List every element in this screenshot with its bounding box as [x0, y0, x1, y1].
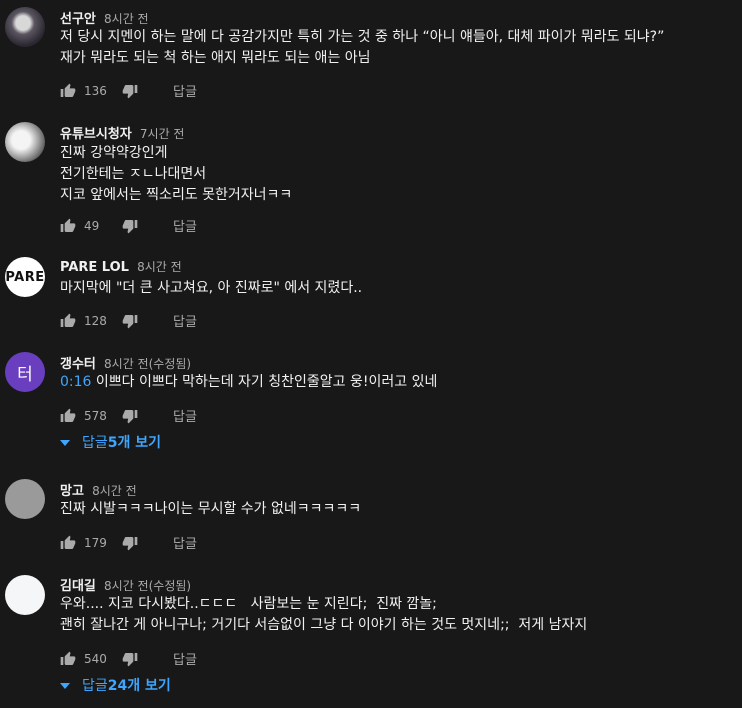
- comment-line: 우와.... 지코 다시봤다..ㄷㄷㄷ 사람보는 눈 지린다; 진짜 깜놀;: [60, 596, 437, 612]
- comment-time[interactable]: 8시간 전: [104, 12, 149, 26]
- comment-text: 저 당시 지멘이 하는 말에 다 공감가지만 특히 가는 것 중 하나 “아니 …: [60, 27, 664, 69]
- avatar[interactable]: 터: [5, 352, 45, 392]
- thumbs-up-icon[interactable]: [60, 218, 76, 234]
- comment-header: 유튜브시청자 7시간 전: [60, 123, 184, 142]
- thumbs-down-icon[interactable]: [122, 535, 138, 551]
- comment-line: 지코 앞에서는 찍소리도 못한거자너ㅋㅋ: [60, 187, 293, 203]
- like-count: 136: [84, 83, 107, 98]
- comment-line: 진짜 시발ㅋㅋㅋ나이는 무시할 수가 없네ㅋㅋㅋㅋㅋ: [60, 501, 362, 517]
- comment-text: 우와.... 지코 다시봤다..ㄷㄷㄷ 사람보는 눈 지린다; 진짜 깜놀; 괜…: [60, 594, 587, 636]
- view-replies-prefix: 답글: [82, 678, 108, 694]
- comment-actions: 128 답글: [60, 311, 197, 330]
- comment-line: 저 당시 지멘이 하는 말에 다 공감가지만 특히 가는 것 중 하나 “아니 …: [60, 29, 665, 45]
- thumbs-down-icon[interactable]: [122, 651, 138, 667]
- comment-line: 재가 뭐라도 되는 척 하는 애지 뭐라도 되는 애는 아님: [60, 50, 371, 66]
- thumbs-down-icon[interactable]: [122, 408, 138, 424]
- like-count: 540: [84, 651, 107, 666]
- avatar[interactable]: [5, 122, 45, 162]
- comment-line: 괜히 잘나간 게 아니구나; 거기다 서슴없이 그냥 다 이야기 하는 것도 멋…: [60, 617, 588, 633]
- thumbs-up-icon[interactable]: [60, 313, 76, 329]
- comment-time[interactable]: 8시간 전(수정됨): [104, 357, 191, 371]
- comment-actions: 179 답글: [60, 533, 197, 552]
- thumbs-up-icon[interactable]: [60, 408, 76, 424]
- comment-time[interactable]: 8시간 전: [137, 260, 182, 274]
- comment-line: 전기한테는 ㅈㄴ나대면서: [60, 166, 207, 182]
- caret-down-icon: [60, 677, 70, 693]
- thumbs-down-icon[interactable]: [122, 313, 138, 329]
- comment-line: 진짜 강약약강인게: [60, 145, 168, 161]
- comment-time[interactable]: 8시간 전(수정됨): [104, 579, 191, 593]
- like-count: 49: [84, 218, 100, 233]
- comment-text: 0:16 이쁘다 이쁘다 막하는데 자기 칭찬인줄알고 웅!이러고 있네: [60, 372, 437, 393]
- author-name[interactable]: 갱수터: [60, 357, 96, 372]
- comment-line: 마지막에 "더 큰 사고쳐요, 아 진짜로" 에서 지렸다..: [60, 280, 363, 296]
- comment-line: 0:16 이쁘다 이쁘다 막하는데 자기 칭찬인줄알고 웅!이러고 있네: [60, 372, 437, 393]
- comment-time[interactable]: 7시간 전: [140, 127, 185, 141]
- reply-button[interactable]: 답글: [173, 649, 197, 668]
- avatar[interactable]: [5, 479, 45, 519]
- caret-down-icon: [60, 434, 70, 450]
- reply-button[interactable]: 답글: [173, 533, 197, 552]
- avatar-text: 터: [17, 364, 33, 385]
- timestamp-link[interactable]: 0:16: [60, 374, 91, 390]
- avatar[interactable]: [5, 7, 45, 47]
- reply-button[interactable]: 답글: [173, 406, 197, 425]
- comment-actions: 540 답글: [60, 649, 197, 668]
- comment-actions: 136 답글: [60, 81, 197, 100]
- view-replies-prefix: 답글: [82, 435, 108, 451]
- comment-header: 망고 8시간 전: [60, 480, 137, 499]
- comment-header: 갱수터 8시간 전(수정됨): [60, 353, 191, 372]
- comment-header: PARE LOL 8시간 전: [60, 258, 182, 275]
- avatar[interactable]: [5, 575, 45, 615]
- like-count: 578: [84, 408, 107, 423]
- thumbs-down-icon[interactable]: [122, 83, 138, 99]
- like-count: 179: [84, 535, 107, 550]
- comment-header: 김대길 8시간 전(수정됨): [60, 575, 191, 594]
- view-replies-button[interactable]: 답글 24개 보기: [60, 675, 171, 695]
- comment-text: 진짜 시발ㅋㅋㅋ나이는 무시할 수가 없네ㅋㅋㅋㅋㅋ: [60, 499, 361, 520]
- view-replies-count: 5개 보기: [107, 435, 162, 451]
- comment-line-text: 이쁘다 이쁘다 막하는데 자기 칭찬인줄알고 웅!이러고 있네: [91, 374, 438, 390]
- author-name[interactable]: 선구안: [60, 12, 96, 27]
- author-name[interactable]: PARE LOL: [60, 260, 129, 275]
- thumbs-up-icon[interactable]: [60, 535, 76, 551]
- comment-actions: 578 답글: [60, 406, 197, 425]
- comment-text: 진짜 강약약강인게 전기한테는 ㅈㄴ나대면서 지코 앞에서는 찍소리도 못한거자…: [60, 143, 292, 206]
- thumbs-up-icon[interactable]: [60, 83, 76, 99]
- avatar[interactable]: PARE: [5, 257, 45, 297]
- comment-time[interactable]: 8시간 전: [92, 484, 137, 498]
- reply-button[interactable]: 답글: [173, 216, 197, 235]
- reply-button[interactable]: 답글: [173, 311, 197, 330]
- view-replies-button[interactable]: 답글 5개 보기: [60, 432, 161, 452]
- reply-button[interactable]: 답글: [173, 81, 197, 100]
- author-name[interactable]: 김대길: [60, 579, 96, 594]
- author-name[interactable]: 유튜브시청자: [60, 127, 132, 142]
- thumbs-down-icon[interactable]: [122, 218, 138, 234]
- view-replies-count: 24개 보기: [107, 678, 171, 694]
- comment-text: 마지막에 "더 큰 사고쳐요, 아 진짜로" 에서 지렸다..: [60, 278, 362, 299]
- avatar-text: PARE: [5, 269, 45, 285]
- comment-actions: 49 답글: [60, 216, 197, 235]
- author-name[interactable]: 망고: [60, 484, 84, 499]
- thumbs-up-icon[interactable]: [60, 651, 76, 667]
- like-count: 128: [84, 313, 107, 328]
- comment-header: 선구안 8시간 전: [60, 8, 149, 27]
